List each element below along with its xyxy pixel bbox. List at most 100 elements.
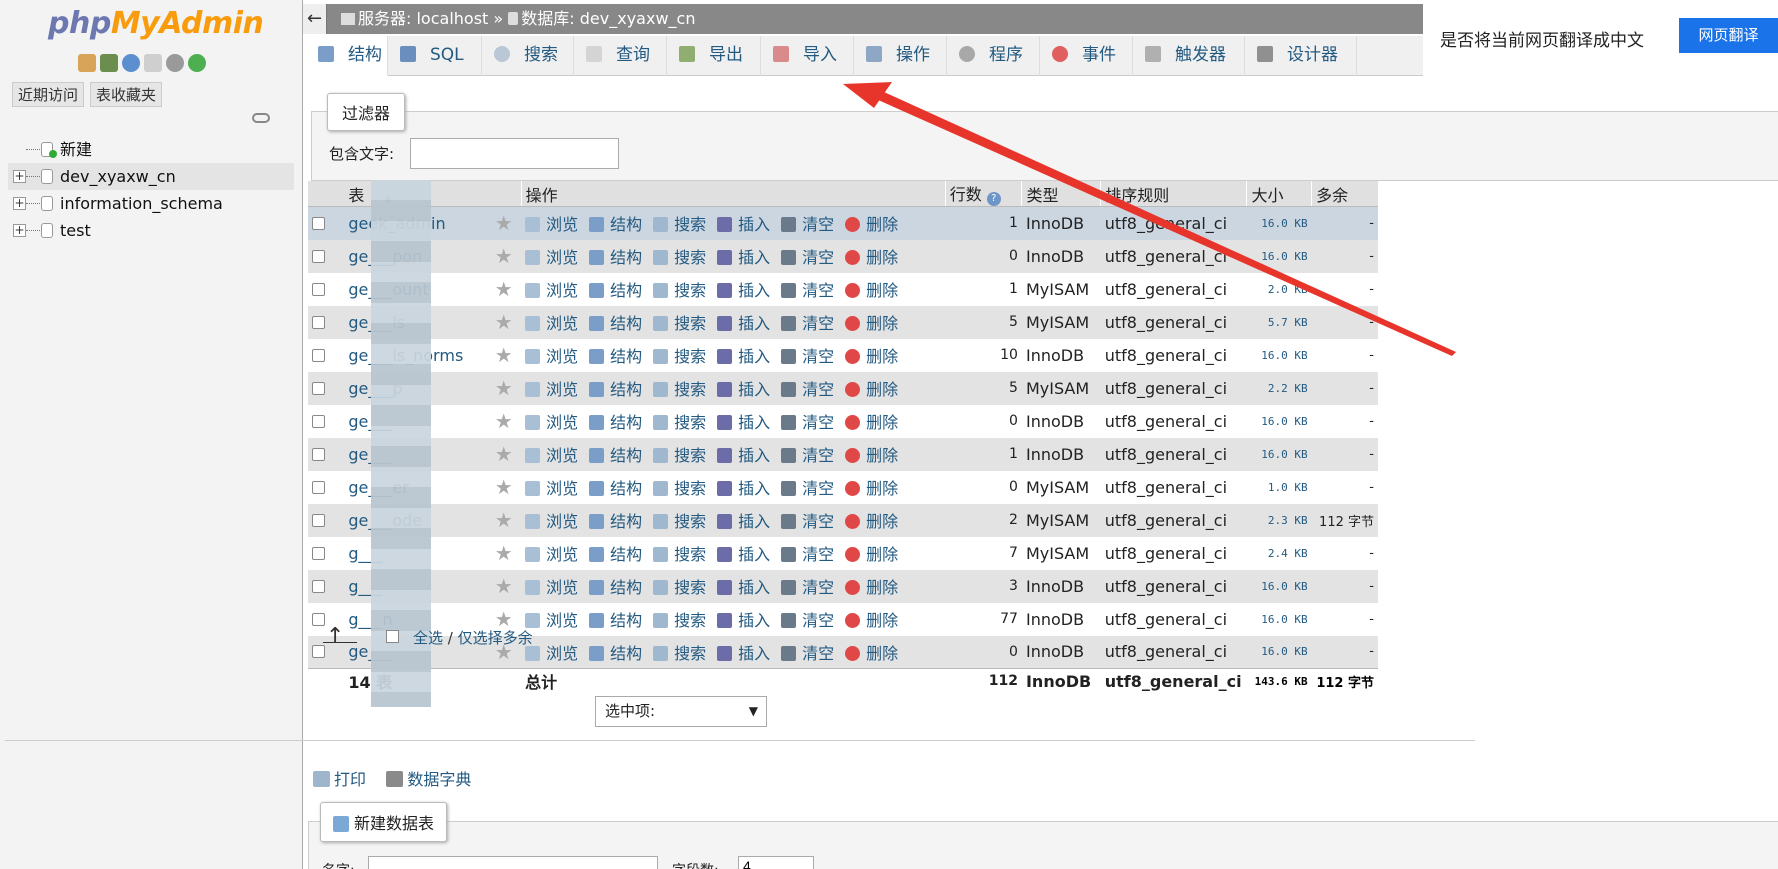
action-drop-link[interactable]: 删除 <box>845 644 898 663</box>
table-row[interactable]: ge___pon★浏览结构搜索插入清空删除0InnoDButf8_general… <box>308 239 1378 273</box>
action-drop-link[interactable]: 删除 <box>845 446 898 465</box>
translate-button[interactable]: 网页翻译 <box>1679 18 1778 53</box>
action-drop-link[interactable]: 删除 <box>845 347 898 366</box>
action-structure-link[interactable]: 结构 <box>589 446 642 465</box>
action-empty-link[interactable]: 清空 <box>781 380 834 399</box>
star-icon[interactable]: ★ <box>495 475 513 499</box>
row-size[interactable]: 2.4 KB <box>1246 536 1312 570</box>
table-row[interactable]: ge___p★浏览结构搜索插入清空删除5MyISAMutf8_general_c… <box>308 371 1378 405</box>
tab-export[interactable]: 导出 <box>667 36 761 76</box>
action-browse-link[interactable]: 浏览 <box>525 215 578 234</box>
action-drop-link[interactable]: 删除 <box>845 380 898 399</box>
action-browse-link[interactable]: 浏览 <box>525 380 578 399</box>
table-row[interactable]: geek_admin★浏览结构搜索插入清空删除1InnoDButf8_gener… <box>308 206 1378 240</box>
action-search-link[interactable]: 搜索 <box>653 215 706 234</box>
row-size[interactable]: 1.0 KB <box>1246 470 1312 504</box>
header-size[interactable]: 大小 <box>1246 181 1312 207</box>
action-empty-link[interactable]: 清空 <box>781 413 834 432</box>
action-search-link[interactable]: 搜索 <box>653 512 706 531</box>
star-icon[interactable]: ★ <box>495 211 513 235</box>
action-drop-link[interactable]: 删除 <box>845 578 898 597</box>
action-structure-link[interactable]: 结构 <box>589 215 642 234</box>
action-empty-link[interactable]: 清空 <box>781 578 834 597</box>
filter-input[interactable] <box>410 138 619 169</box>
action-search-link[interactable]: 搜索 <box>653 446 706 465</box>
row-checkbox[interactable] <box>312 447 325 461</box>
action-browse-link[interactable]: 浏览 <box>525 281 578 300</box>
action-structure-link[interactable]: 结构 <box>589 611 642 630</box>
action-structure-link[interactable]: 结构 <box>589 413 642 432</box>
action-structure-link[interactable]: 结构 <box>589 578 642 597</box>
action-drop-link[interactable]: 删除 <box>845 545 898 564</box>
star-icon[interactable]: ★ <box>495 376 513 400</box>
print-link[interactable]: 打印 <box>313 770 366 789</box>
action-browse-link[interactable]: 浏览 <box>525 644 578 663</box>
action-structure-link[interactable]: 结构 <box>589 347 642 366</box>
row-checkbox[interactable] <box>312 315 325 329</box>
tab-routines[interactable]: 程序 <box>947 36 1040 76</box>
action-insert-link[interactable]: 插入 <box>717 413 770 432</box>
help-icon[interactable]: ? <box>986 192 1001 206</box>
home-icon[interactable] <box>78 54 96 72</box>
action-search-link[interactable]: 搜索 <box>653 644 706 663</box>
row-checkbox[interactable] <box>312 612 325 626</box>
table-row[interactable]: ge___ode★浏览结构搜索插入清空删除2MyISAMutf8_general… <box>308 503 1378 537</box>
action-browse-link[interactable]: 浏览 <box>525 314 578 333</box>
action-browse-link[interactable]: 浏览 <box>525 512 578 531</box>
action-insert-link[interactable]: 插入 <box>717 215 770 234</box>
action-browse-link[interactable]: 浏览 <box>525 446 578 465</box>
tab-sql[interactable]: SQL <box>388 36 482 76</box>
tab-structure[interactable]: 结构 <box>306 36 388 76</box>
action-search-link[interactable]: 搜索 <box>653 578 706 597</box>
action-insert-link[interactable]: 插入 <box>717 380 770 399</box>
data-dictionary-link[interactable]: 数据字典 <box>386 770 471 789</box>
action-search-link[interactable]: 搜索 <box>653 347 706 366</box>
action-empty-link[interactable]: 清空 <box>781 281 834 300</box>
recent-tab[interactable]: 近期访问 <box>12 82 85 107</box>
action-empty-link[interactable]: 清空 <box>781 545 834 564</box>
tab-events[interactable]: 事件 <box>1040 36 1133 76</box>
header-rows[interactable]: 行数 ? <box>944 181 1022 207</box>
action-drop-link[interactable]: 删除 <box>845 215 898 234</box>
logout-icon[interactable] <box>100 54 118 72</box>
action-insert-link[interactable]: 插入 <box>717 248 770 267</box>
action-browse-link[interactable]: 浏览 <box>525 248 578 267</box>
action-drop-link[interactable]: 删除 <box>845 479 898 498</box>
tree-item-dev-xyaxw-cn[interactable]: + dev_xyaxw_cn <box>8 163 294 190</box>
table-row[interactable]: ge___★浏览结构搜索插入清空删除1InnoDButf8_general_ci… <box>308 437 1378 471</box>
row-checkbox[interactable] <box>312 480 325 494</box>
header-collation[interactable]: 排序规则 <box>1100 181 1247 207</box>
tree-item-information-schema[interactable]: + information_schema <box>8 190 294 217</box>
row-size[interactable]: 16.0 KB <box>1246 239 1312 273</box>
action-browse-link[interactable]: 浏览 <box>525 479 578 498</box>
action-structure-link[interactable]: 结构 <box>589 479 642 498</box>
action-search-link[interactable]: 搜索 <box>653 281 706 300</box>
action-insert-link[interactable]: 插入 <box>717 446 770 465</box>
row-size[interactable]: 16.0 KB <box>1246 635 1312 669</box>
header-type[interactable]: 类型 <box>1021 181 1101 207</box>
action-empty-link[interactable]: 清空 <box>781 215 834 234</box>
action-insert-link[interactable]: 插入 <box>717 644 770 663</box>
action-browse-link[interactable]: 浏览 <box>525 578 578 597</box>
action-search-link[interactable]: 搜索 <box>653 413 706 432</box>
row-checkbox[interactable] <box>312 645 325 659</box>
row-size[interactable]: 16.0 KB <box>1246 602 1312 636</box>
row-checkbox[interactable] <box>312 579 325 593</box>
action-browse-link[interactable]: 浏览 <box>525 413 578 432</box>
row-checkbox[interactable] <box>312 348 325 362</box>
reload-icon[interactable] <box>188 54 206 72</box>
breadcrumb-server[interactable]: 服务器: localhost <box>358 9 488 28</box>
action-drop-link[interactable]: 删除 <box>845 413 898 432</box>
star-icon[interactable]: ★ <box>495 574 513 598</box>
row-size[interactable]: 2.3 KB <box>1246 503 1312 537</box>
star-icon[interactable]: ★ <box>495 244 513 268</box>
table-row[interactable]: ge___★浏览结构搜索插入清空删除0InnoDButf8_general_ci… <box>308 404 1378 438</box>
action-search-link[interactable]: 搜索 <box>653 479 706 498</box>
table-row[interactable]: ge___ount★浏览结构搜索插入清空删除1MyISAMutf8_genera… <box>308 272 1378 306</box>
table-row[interactable]: g___ ★ 浏览 结构 搜索 插入 清空 删除 7 MyISAM utf8_general_ci 2… <box>308 536 1378 570</box>
table-row[interactable]: ge___ls★浏览结构搜索插入清空删除5MyISAMutf8_general_… <box>308 305 1378 339</box>
action-browse-link[interactable]: 浏览 <box>525 611 578 630</box>
action-drop-link[interactable]: 删除 <box>845 248 898 267</box>
table-row[interactable]: ge___er★浏览结构搜索插入清空删除0MyISAMutf8_general_… <box>308 470 1378 504</box>
row-checkbox[interactable] <box>312 546 325 560</box>
